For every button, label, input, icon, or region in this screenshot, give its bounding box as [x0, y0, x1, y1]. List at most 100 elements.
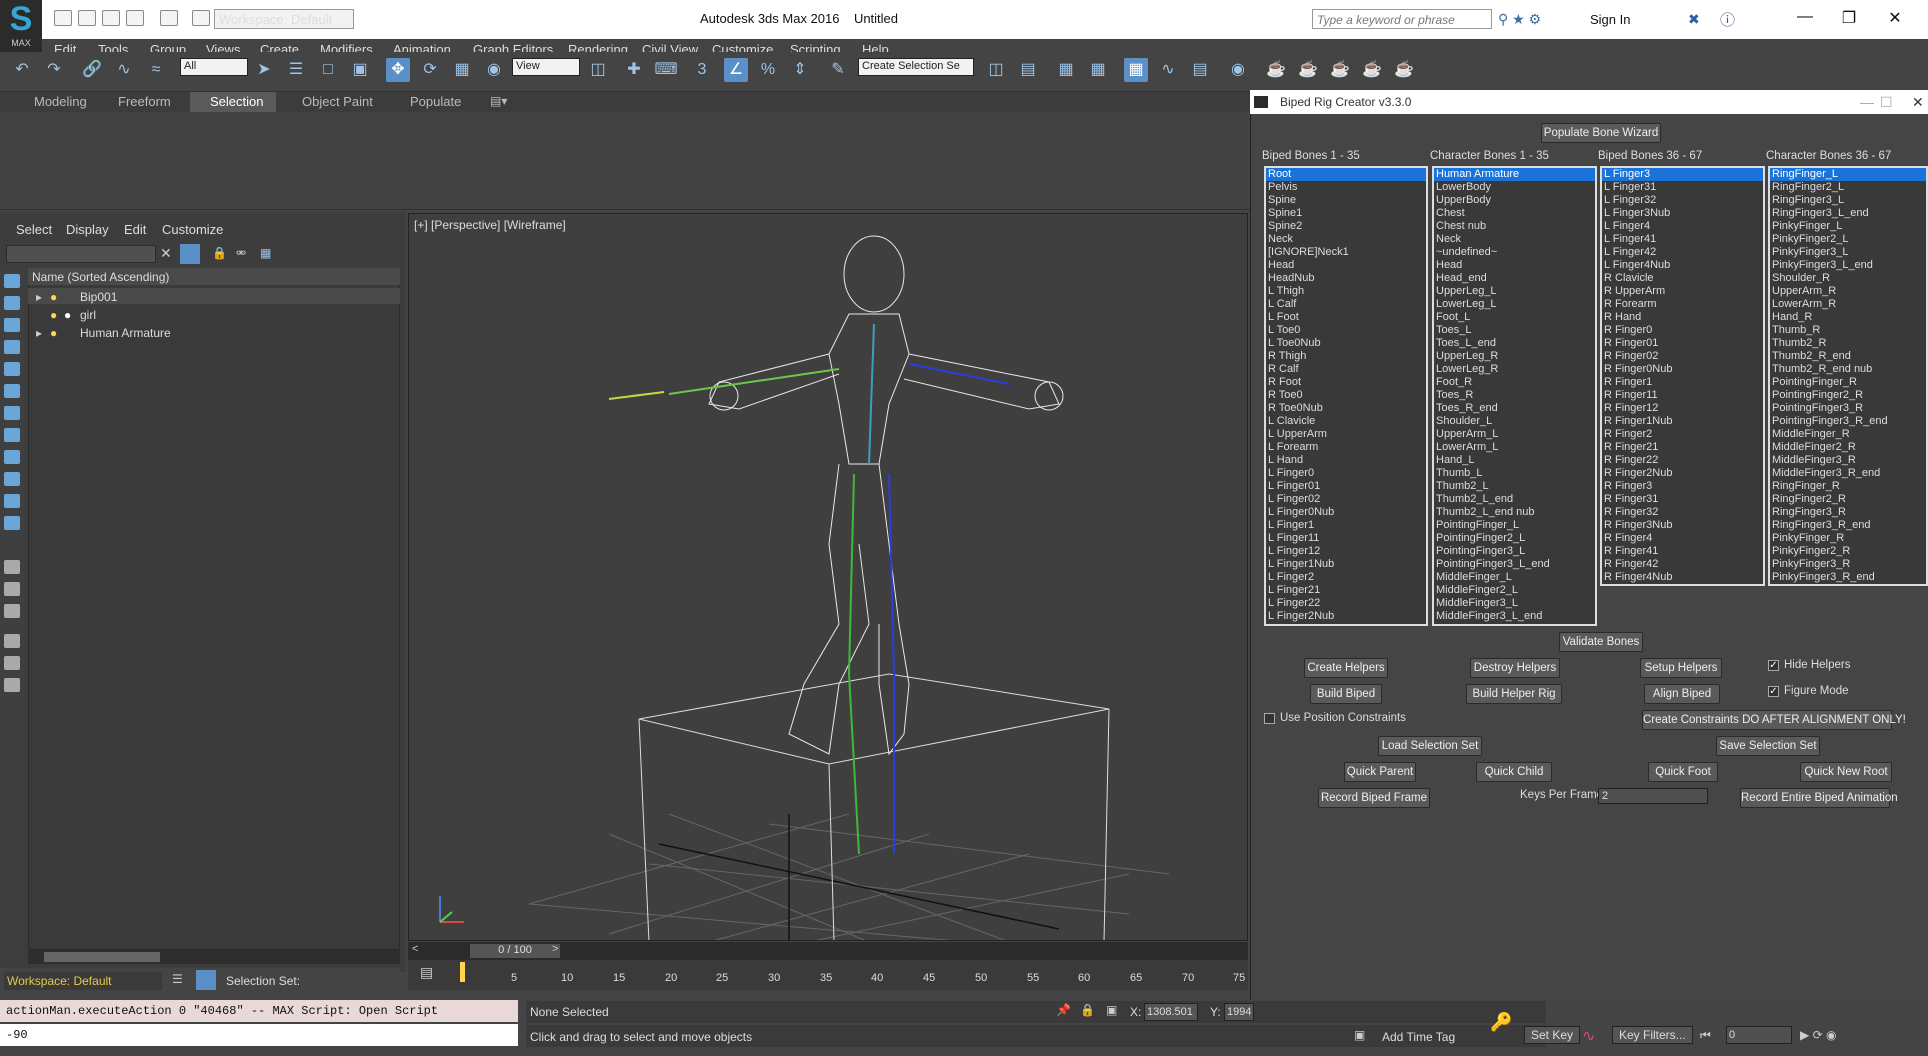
filter-spacewarps-icon[interactable]	[4, 384, 20, 398]
manipulate-icon[interactable]: ✚	[622, 58, 646, 82]
list-item[interactable]: L Finger11	[1266, 532, 1426, 545]
list-item[interactable]: PinkyFinger3_L	[1770, 246, 1926, 259]
key-icon[interactable]: 🔑	[1490, 1012, 1512, 1033]
list-item[interactable]: RingFinger2_R	[1770, 493, 1926, 506]
list-item[interactable]: R Finger1	[1602, 376, 1763, 389]
render-activeshade-icon[interactable]: ☕	[1392, 58, 1416, 82]
link-icon[interactable]: 🔗	[80, 58, 104, 82]
list-item[interactable]: R UpperArm	[1602, 285, 1763, 298]
unlink-icon[interactable]: ∿	[112, 58, 136, 82]
percent-snap-icon[interactable]: %	[756, 58, 780, 82]
edit-named-sets-icon[interactable]: ✎	[826, 58, 850, 82]
list-item[interactable]: L Finger12	[1266, 545, 1426, 558]
list-item[interactable]: L Finger1	[1266, 519, 1426, 532]
list-item[interactable]: Foot_L	[1434, 311, 1595, 324]
search-input[interactable]: Type a keyword or phrase	[1312, 9, 1492, 29]
explorer-menu-edit[interactable]: Edit	[124, 222, 146, 237]
list-item[interactable]: PinkyFinger_L	[1770, 220, 1926, 233]
list-item[interactable]: PointingFinger3_L_end	[1434, 558, 1595, 571]
list-item[interactable]: Human Armature	[1434, 168, 1595, 181]
tab-object-paint[interactable]: Object Paint	[302, 94, 373, 109]
list-item[interactable]: RingFinger_R	[1770, 480, 1926, 493]
list-item[interactable]: L Finger01	[1266, 480, 1426, 493]
list-item[interactable]: R Finger02	[1602, 350, 1763, 363]
list-item[interactable]: UpperLeg_L	[1434, 285, 1595, 298]
tab-selection[interactable]: Selection	[210, 94, 263, 109]
create-helpers-button[interactable]: Create Helpers	[1304, 658, 1388, 678]
character-bones-list-1[interactable]: Human Armature LowerBody UpperBody Chest Che…	[1432, 166, 1597, 626]
lock-icon[interactable]: 🔒	[212, 246, 227, 260]
list-item[interactable]: Thumb_L	[1434, 467, 1595, 480]
list-item[interactable]: Head_end	[1434, 272, 1595, 285]
tab-freeform[interactable]: Freeform	[118, 94, 171, 109]
hierarchy-icon[interactable]: ⚮	[236, 246, 246, 260]
biped-bones-list-2[interactable]: L Finger3 L Finger31 L Finger32 L Finger3Nu…	[1600, 166, 1765, 586]
curve-editor-icon[interactable]: ∿	[1156, 58, 1180, 82]
filter-lights-icon[interactable]	[4, 318, 20, 332]
lightbulb-icon[interactable]: ●	[50, 326, 57, 340]
setup-helpers-button[interactable]: Setup Helpers	[1640, 658, 1722, 678]
list-item[interactable]: R Finger12	[1602, 402, 1763, 415]
list-item[interactable]: L Finger4	[1602, 220, 1763, 233]
list-item[interactable]: Spine2	[1266, 220, 1426, 233]
close-icon[interactable]: ✕	[1880, 8, 1910, 28]
list-item[interactable]: R Finger32	[1602, 506, 1763, 519]
display-none-icon[interactable]	[4, 582, 20, 596]
name-column-header[interactable]: Name (Sorted Ascending)	[28, 268, 400, 285]
list-item[interactable]: UpperLeg_R	[1434, 350, 1595, 363]
list-item[interactable]: L Hand	[1266, 454, 1426, 467]
list-item[interactable]: R Toe0	[1266, 389, 1426, 402]
record-biped-frame-button[interactable]: Record Biped Frame	[1318, 788, 1430, 808]
list-item[interactable]: L Calf	[1266, 298, 1426, 311]
key-filters-button[interactable]: Key Filters...	[1612, 1026, 1693, 1044]
tree-item-human-armature[interactable]: Human Armature	[80, 326, 171, 340]
list-item[interactable]: Chest nub	[1434, 220, 1595, 233]
list-item[interactable]: RingFinger_L	[1770, 168, 1926, 181]
list-item[interactable]: Hand_R	[1770, 311, 1926, 324]
list-item[interactable]: Spine	[1266, 194, 1426, 207]
time-tag-icon[interactable]: ▣	[1354, 1028, 1365, 1042]
list-item[interactable]: L Finger3	[1602, 168, 1763, 181]
list-item[interactable]: R Finger3	[1602, 480, 1763, 493]
list-item[interactable]: L Finger32	[1602, 194, 1763, 207]
expand-arrow-icon[interactable]: ▸	[36, 326, 42, 340]
named-selection-dropdown[interactable]: Create Selection Se	[858, 58, 974, 76]
list-item[interactable]: RingFinger3_L	[1770, 194, 1926, 207]
list-item[interactable]: MiddleFinger3_L	[1434, 597, 1595, 610]
list-item[interactable]: MiddleFinger3_R_end	[1770, 467, 1926, 480]
select-by-name-icon[interactable]: ☰	[284, 58, 308, 82]
list-item[interactable]: Shoulder_R	[1770, 272, 1926, 285]
list-item[interactable]: LowerBody	[1434, 181, 1595, 194]
list-item[interactable]: LowerArm_L	[1434, 441, 1595, 454]
align-biped-button[interactable]: Align Biped	[1644, 684, 1720, 704]
list-item[interactable]: Thumb2_L	[1434, 480, 1595, 493]
explorer-menu-select[interactable]: Select	[16, 222, 52, 237]
list-item[interactable]: R Finger4	[1602, 532, 1763, 545]
undo-icon[interactable]: ↶	[10, 58, 34, 82]
pin-icon[interactable]: 📌	[1056, 1003, 1071, 1017]
list-item[interactable]: Toes_R_end	[1434, 402, 1595, 415]
list-item[interactable]: RingFinger3_R	[1770, 506, 1926, 519]
undo-icon[interactable]	[126, 10, 144, 26]
list-item[interactable]: PinkyFinger3_R_end	[1770, 571, 1926, 584]
playback-controls-icon[interactable]: ▶ ⟳ ◉	[1800, 1028, 1836, 1042]
filter-frozen-icon[interactable]	[4, 494, 20, 508]
ribbon-options-icon[interactable]: ▤▾	[490, 94, 507, 108]
list-item[interactable]: R Thigh	[1266, 350, 1426, 363]
viewport-label[interactable]: [+] [Perspective] [Wireframe]	[414, 218, 566, 232]
list-item[interactable]: R Finger2Nub	[1602, 467, 1763, 480]
list-item[interactable]: RingFinger3_R_end	[1770, 519, 1926, 532]
create-constraints-button[interactable]: Create Constraints DO AFTER ALIGNMENT ON…	[1642, 710, 1906, 730]
list-item[interactable]: Neck	[1266, 233, 1426, 246]
list-item[interactable]: R Finger31	[1602, 493, 1763, 506]
move-icon[interactable]: ✥	[386, 58, 410, 82]
list-item[interactable]: L Toe0Nub	[1266, 337, 1426, 350]
hide-helpers-checkbox[interactable]: ✓	[1768, 660, 1779, 671]
lightbulb-icon[interactable]: ●	[50, 290, 57, 304]
record-entire-biped-animation-button[interactable]: Record Entire Biped Animation	[1740, 788, 1898, 808]
tree-item-girl[interactable]: girl	[80, 308, 96, 322]
list-item[interactable]: MiddleFinger3_L_end	[1434, 610, 1595, 623]
list-item[interactable]: PointingFinger_L	[1434, 519, 1595, 532]
sync-selection-icon[interactable]: ▦	[260, 246, 271, 260]
biped-bones-list-1[interactable]: Root Pelvis Spine Spine1 Spine2 Neck [IGNORE]N…	[1264, 166, 1428, 626]
